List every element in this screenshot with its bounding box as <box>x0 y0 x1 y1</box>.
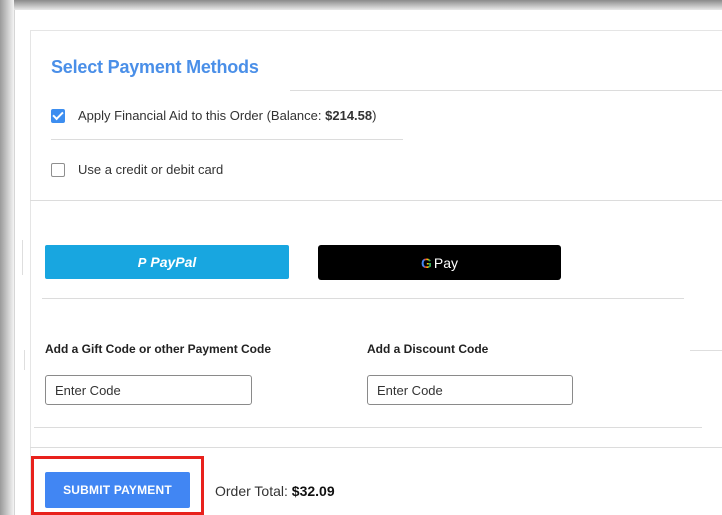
order-total-label: Order Total: <box>215 483 292 499</box>
card-label: Use a credit or debit card <box>78 162 224 177</box>
divider <box>34 427 702 428</box>
page-title: Select Payment Methods <box>51 57 259 77</box>
financial-aid-label: Apply Financial Aid to this Order (Balan… <box>78 108 376 123</box>
discount-code-label: Add a Discount Code <box>367 342 489 356</box>
edge-mark <box>22 240 23 275</box>
paypal-label: PayPal <box>150 254 197 270</box>
financial-aid-checkbox[interactable] <box>51 108 65 123</box>
divider <box>51 139 403 140</box>
card-checkbox[interactable] <box>51 162 65 177</box>
window-shadow-top <box>0 0 722 10</box>
edge-mark <box>24 350 25 370</box>
divider <box>30 200 722 201</box>
google-pay-button[interactable]: G Pay <box>318 245 561 280</box>
paypal-button[interactable]: P PayPal <box>45 245 289 279</box>
paypal-icon: P <box>137 254 147 270</box>
highlight-box <box>31 456 204 515</box>
order-total: Order Total: $32.09 <box>215 483 335 499</box>
gift-code-label: Add a Gift Code or other Payment Code <box>45 342 272 356</box>
divider <box>290 90 722 91</box>
google-pay-label: Pay <box>433 254 458 271</box>
divider <box>30 447 722 448</box>
google-g-icon: G <box>420 254 432 271</box>
financial-aid-balance: $214.58 <box>325 108 373 123</box>
financial-aid-option[interactable]: Apply Financial Aid to this Order (Balan… <box>51 108 376 123</box>
divider <box>42 298 684 299</box>
gift-code-input[interactable] <box>45 375 252 405</box>
inner-border-top <box>30 30 722 31</box>
financial-aid-suffix: ) <box>372 108 377 123</box>
financial-aid-text: Apply Financial Aid to this Order (Balan… <box>78 108 326 123</box>
discount-code-input[interactable] <box>367 375 573 405</box>
order-total-value: $32.09 <box>291 483 335 499</box>
edge-mark <box>690 350 722 351</box>
card-option[interactable]: Use a credit or debit card <box>51 162 223 177</box>
inner-border-left <box>30 30 31 515</box>
window-shadow-left <box>0 0 14 515</box>
